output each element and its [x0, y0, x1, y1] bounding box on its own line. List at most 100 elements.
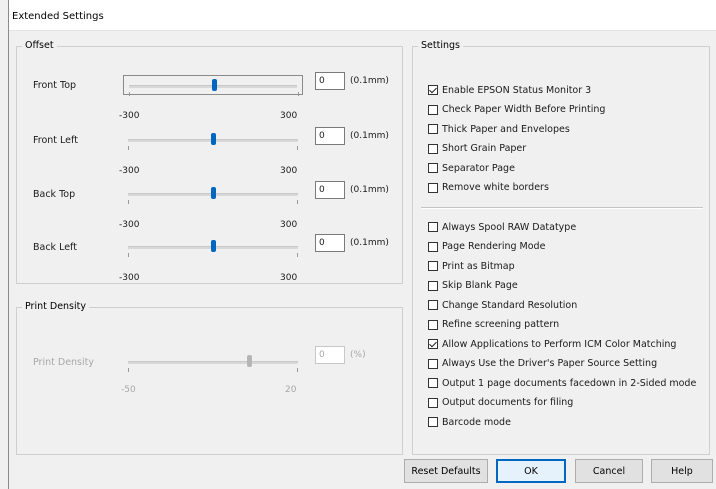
checkbox-row[interactable]: Check Paper Width Before Printing	[428, 103, 605, 117]
slider-tick	[128, 146, 129, 150]
checkbox-row[interactable]: Refine screening pattern	[428, 318, 559, 332]
slider-tick	[297, 253, 298, 257]
checkbox[interactable]	[428, 339, 438, 349]
checkbox-row[interactable]: Always Spool RAW Datatype	[428, 220, 576, 234]
slider-thumb[interactable]	[211, 187, 216, 199]
checkbox-row[interactable]: Change Standard Resolution	[428, 298, 577, 312]
checkbox-row[interactable]: Thick Paper and Envelopes	[428, 122, 570, 136]
checkbox-label: Enable EPSON Status Monitor 3	[442, 84, 592, 96]
checkbox[interactable]	[428, 397, 438, 408]
print-density-group-label: Print Density	[22, 301, 89, 312]
slider-tick	[298, 92, 299, 96]
checkbox[interactable]	[428, 241, 438, 252]
title-bar: Extended Settings	[9, 0, 716, 31]
offset-group: Offset Front Top -300 300 0 (0.1mm) Front Lef…	[16, 40, 403, 284]
checkbox[interactable]	[428, 85, 438, 95]
checkbox-row[interactable]: Short Grain Paper	[428, 142, 526, 156]
offset-row-label: Front Top	[33, 80, 77, 91]
offset-unit: (0.1mm)	[350, 131, 389, 141]
offset-slider[interactable]	[123, 184, 303, 204]
checkbox-label: Print as Bitmap	[442, 260, 515, 272]
offset-value-input[interactable]: 0	[315, 181, 345, 199]
slider-track	[128, 361, 298, 364]
offset-max: 300	[280, 273, 298, 283]
checkbox-label: Allow Applications to Perform ICM Color …	[442, 338, 677, 350]
checkbox-label: Change Standard Resolution	[442, 299, 578, 311]
ok-button[interactable]: OK	[496, 459, 566, 483]
offset-value-input[interactable]: 0	[315, 72, 345, 90]
checkbox[interactable]	[428, 378, 438, 388]
slider-thumb[interactable]	[211, 133, 216, 145]
slider-tick	[129, 92, 130, 96]
slider-tick	[128, 253, 129, 257]
checkbox-row[interactable]: Output documents for filing	[428, 396, 573, 410]
checkbox-row[interactable]: Enable EPSON Status Monitor 3	[428, 83, 591, 97]
checkbox-row[interactable]: Print as Bitmap	[428, 259, 515, 273]
offset-max: 300	[280, 111, 298, 121]
slider-tick	[128, 200, 129, 204]
checkbox-row[interactable]: Skip Blank Page	[428, 279, 518, 293]
offset-slider[interactable]	[123, 237, 303, 257]
settings-group-label: Settings	[418, 40, 463, 51]
slider-thumb[interactable]	[212, 79, 217, 91]
checkbox-row[interactable]: Barcode mode	[428, 415, 511, 429]
checkbox[interactable]	[428, 104, 438, 115]
checkbox-label: Skip Blank Page	[442, 280, 518, 291]
checkbox[interactable]	[428, 261, 438, 271]
slider-tick	[128, 368, 129, 372]
checkbox-label: Always Use the Driver's Paper Source Set…	[442, 358, 658, 369]
offset-slider[interactable]	[123, 75, 303, 96]
print-density-group: Print Density Print Density -50 20 0 (%)	[16, 301, 403, 455]
slider-tick	[297, 146, 298, 150]
slider-tick	[297, 200, 298, 204]
cancel-button[interactable]: Cancel	[575, 459, 643, 483]
checkbox[interactable]	[428, 182, 438, 193]
checkbox-row[interactable]: Output 1 page documents facedown in 2-Si…	[428, 376, 696, 390]
checkbox-label: Separator Page	[442, 162, 515, 174]
checkbox[interactable]	[428, 319, 438, 330]
checkbox-row[interactable]: Remove white borders	[428, 181, 549, 195]
print-density-min: -50	[121, 385, 136, 395]
checkbox-row[interactable]: Separator Page	[428, 161, 515, 175]
checkbox[interactable]	[428, 143, 438, 154]
checkbox[interactable]	[428, 124, 438, 134]
offset-min: -300	[119, 166, 140, 176]
checkbox[interactable]	[428, 358, 438, 369]
checkbox-label: Page Rendering Mode	[442, 241, 546, 252]
checkbox[interactable]	[428, 417, 438, 427]
checkbox[interactable]	[428, 222, 438, 232]
print-density-label: Print Density	[33, 357, 94, 368]
checkbox-label: Refine screening pattern	[442, 319, 560, 330]
offset-row-label: Back Left	[33, 242, 77, 253]
reset-defaults-button[interactable]: Reset Defaults	[404, 459, 488, 483]
offset-value-input[interactable]: 0	[315, 127, 345, 145]
offset-min: -300	[119, 273, 140, 283]
offset-unit: (0.1mm)	[350, 76, 389, 86]
checkbox-label: Barcode mode	[442, 416, 511, 428]
checkbox[interactable]	[428, 163, 438, 173]
slider-tick	[297, 368, 298, 372]
checkbox[interactable]	[428, 300, 438, 310]
checkbox-label: Remove white borders	[442, 182, 549, 193]
offset-max: 300	[280, 220, 298, 230]
window-title: Extended Settings	[12, 11, 104, 22]
offset-slider[interactable]	[123, 130, 303, 150]
checkbox-row[interactable]: Page Rendering Mode	[428, 240, 545, 254]
offset-value-input[interactable]: 0	[315, 234, 345, 252]
print-density-max: 20	[285, 385, 297, 395]
checkbox-label: Output 1 page documents facedown in 2-Si…	[442, 377, 697, 389]
offset-unit: (0.1mm)	[350, 238, 389, 248]
slider-thumb[interactable]	[211, 240, 216, 252]
checkbox-label: Short Grain Paper	[442, 143, 527, 154]
offset-unit: (0.1mm)	[350, 185, 389, 195]
offset-min: -300	[119, 220, 140, 230]
help-button[interactable]: Help	[651, 459, 713, 483]
checkbox[interactable]	[428, 280, 438, 291]
offset-max: 300	[280, 166, 298, 176]
extended-settings-dialog: Extended Settings Offset Front Top -300 30…	[8, 0, 716, 489]
print-density-input: 0	[315, 346, 345, 364]
checkbox-row[interactable]: Allow Applications to Perform ICM Color …	[428, 337, 676, 351]
settings-group: Settings Enable EPSON Status Monitor 3 Ch…	[412, 40, 710, 455]
checkbox-row[interactable]: Always Use the Driver's Paper Source Set…	[428, 357, 657, 371]
print-density-slider	[123, 352, 303, 372]
